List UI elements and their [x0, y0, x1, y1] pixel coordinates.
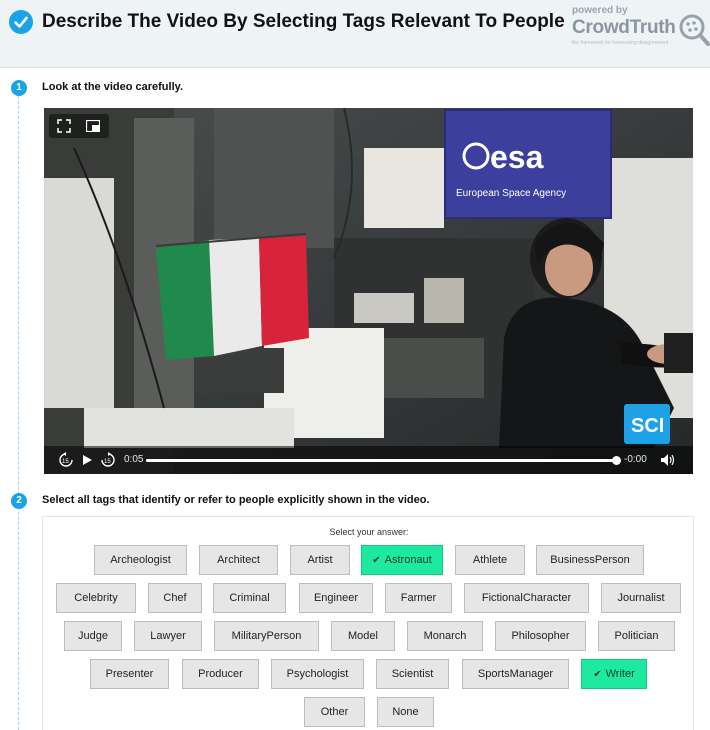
step-2-badge: 2	[11, 493, 27, 509]
esa-logo-text: esa	[490, 139, 544, 175]
page-title: Describe The Video By Selecting Tags Rel…	[42, 11, 565, 32]
step-2-instruction: Select all tags that identify or refer t…	[42, 494, 430, 506]
volume-icon[interactable]	[660, 453, 676, 467]
brand-powered-label: powered by	[572, 5, 628, 16]
tag-other[interactable]: Other	[304, 697, 365, 727]
progress-fill	[146, 459, 616, 462]
tag-architect[interactable]: Architect	[199, 545, 278, 575]
svg-text:15: 15	[62, 459, 69, 465]
check-icon: ✔	[593, 669, 602, 680]
fullscreen-icon[interactable]	[57, 119, 71, 133]
tag-journalist[interactable]: Journalist	[601, 583, 681, 613]
tag-psychologist[interactable]: Psychologist	[271, 659, 364, 689]
tag-criminal[interactable]: Criminal	[213, 583, 286, 613]
progress-track[interactable]	[146, 456, 621, 465]
tag-athlete[interactable]: Athlete	[455, 545, 525, 575]
tag-monarch[interactable]: Monarch	[407, 621, 483, 651]
tag-philosopher[interactable]: Philosopher	[495, 621, 586, 651]
page-header: Describe The Video By Selecting Tags Rel…	[0, 0, 710, 68]
picture-in-picture-icon[interactable]	[86, 120, 100, 132]
check-icon: ✔	[372, 555, 381, 566]
tag-model[interactable]: Model	[331, 621, 395, 651]
video-frame: esa European Space Agency SCI	[44, 108, 693, 474]
tag-archeologist[interactable]: Archeologist	[94, 545, 187, 575]
esa-banner-text: European Space Agency	[456, 188, 566, 199]
skip-forward-15-icon[interactable]: 15	[100, 452, 116, 468]
tag-none[interactable]: None	[377, 697, 434, 727]
video-player[interactable]: esa European Space Agency SCI 15 15 0:05…	[44, 108, 693, 474]
current-time: 0:05	[124, 454, 144, 465]
brand-name: CrowdTruth	[572, 17, 676, 38]
tag-chef[interactable]: Chef	[148, 583, 202, 613]
tag-judge[interactable]: Judge	[64, 621, 122, 651]
tag-businessperson[interactable]: BusinessPerson	[536, 545, 644, 575]
video-top-toolbar	[49, 114, 109, 138]
tag-fictionalcharacter[interactable]: FictionalCharacter	[464, 583, 589, 613]
video-control-bar: 15 15 0:05 -0:00	[44, 446, 693, 474]
brand-tagline: the framework for harnessing disagreemen…	[572, 40, 669, 46]
tag-artist[interactable]: Artist	[290, 545, 350, 575]
sci-channel-badge: SCI	[631, 415, 664, 437]
svg-text:15: 15	[104, 459, 111, 465]
tag-presenter[interactable]: Presenter	[90, 659, 169, 689]
step-1-badge: 1	[11, 80, 27, 96]
tag-astronaut[interactable]: ✔ Astronaut	[361, 545, 443, 575]
crowdtruth-logo: powered by CrowdTruth the framework for …	[572, 5, 710, 47]
remaining-time: -0:00	[624, 454, 647, 465]
answer-panel: Select your answer: Archeologist Archite…	[42, 516, 694, 730]
tag-engineer[interactable]: Engineer	[299, 583, 373, 613]
checkmark-icon	[9, 10, 33, 34]
magnifier-logo-icon	[679, 14, 710, 46]
play-icon[interactable]	[81, 454, 93, 466]
step-1-instruction: Look at the video carefully.	[42, 81, 183, 93]
tag-militaryperson[interactable]: MilitaryPerson	[214, 621, 319, 651]
step-connector-line	[18, 96, 19, 730]
tag-lawyer[interactable]: Lawyer	[134, 621, 202, 651]
tag-farmer[interactable]: Farmer	[385, 583, 452, 613]
tag-sportsmanager[interactable]: SportsManager	[462, 659, 569, 689]
tag-celebrity[interactable]: Celebrity	[56, 583, 136, 613]
tag-producer[interactable]: Producer	[182, 659, 259, 689]
answer-prompt: Select your answer:	[329, 527, 409, 537]
skip-back-15-icon[interactable]: 15	[58, 452, 74, 468]
tag-politician[interactable]: Politician	[598, 621, 675, 651]
progress-handle[interactable]	[611, 456, 621, 465]
tag-writer[interactable]: ✔ Writer	[581, 659, 647, 689]
tag-scientist[interactable]: Scientist	[376, 659, 449, 689]
